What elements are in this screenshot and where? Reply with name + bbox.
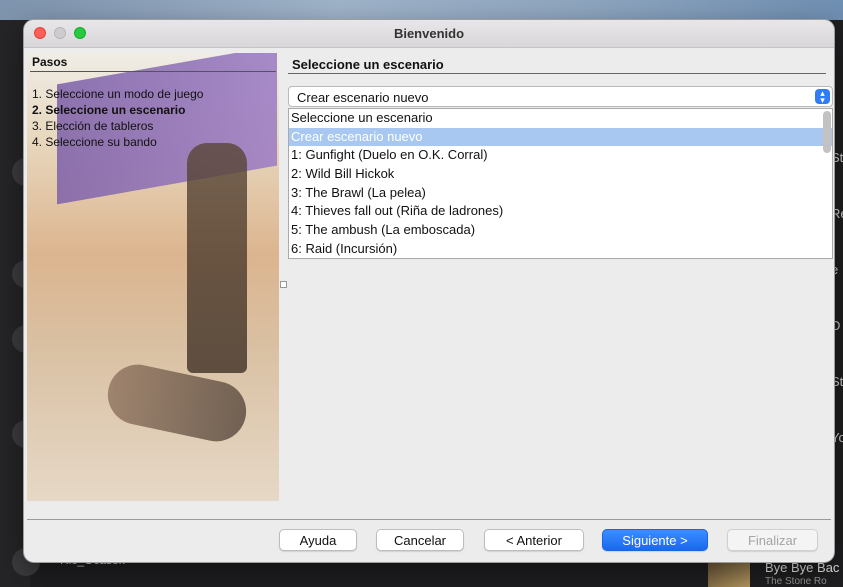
dropdown-option[interactable]: 4: Thieves fall out (Riña de ladrones) xyxy=(289,202,832,221)
album-art xyxy=(708,560,750,587)
scenario-combo-box[interactable]: Crear escenario nuevo ▴ ▾ xyxy=(288,86,833,107)
divider xyxy=(288,73,826,74)
help-button[interactable]: Ayuda xyxy=(279,529,357,551)
divider xyxy=(30,71,276,72)
next-button[interactable]: Siguiente > xyxy=(602,529,708,551)
resize-handle[interactable] xyxy=(280,281,287,288)
step-item: 3. Elección de tableros xyxy=(32,119,154,133)
poster-artwork xyxy=(187,143,247,373)
divider xyxy=(27,519,831,520)
title-bar: Bienvenido xyxy=(24,20,834,48)
window-title: Bienvenido xyxy=(393,26,465,41)
scenario-dropdown-list: Seleccione un escenario Crear escenario … xyxy=(288,108,833,259)
combo-value: Crear escenario nuevo xyxy=(297,90,429,105)
scrollbar-thumb[interactable] xyxy=(823,111,831,153)
cancel-button[interactable]: Cancelar xyxy=(376,529,464,551)
dropdown-option[interactable]: 3: The Brawl (La pelea) xyxy=(289,184,832,203)
steps-list: 1. Seleccione un modo de juego 2. Selecc… xyxy=(32,86,203,150)
desktop-background xyxy=(0,0,843,20)
wizard-dialog: Bienvenido Pasos 1. Seleccione un modo d… xyxy=(24,20,834,562)
steps-panel: Pasos 1. Seleccione un modo de juego 2. … xyxy=(27,53,279,501)
dropdown-option-selected[interactable]: Crear escenario nuevo xyxy=(289,127,832,147)
dropdown-option[interactable]: 1: Gunfight (Duelo en O.K. Corral) xyxy=(289,146,832,165)
now-playing-title: Bye Bye Bac xyxy=(765,560,840,575)
chevron-up-down-icon[interactable]: ▴ ▾ xyxy=(815,89,830,105)
steps-heading: Pasos xyxy=(32,55,68,69)
step-item: 4. Seleccione su bando xyxy=(32,135,157,149)
dropdown-option[interactable]: 5: The ambush (La emboscada) xyxy=(289,221,832,240)
pane-heading: Seleccione un escenario xyxy=(292,57,444,72)
dropdown-option[interactable]: 2: Wild Bill Hickok xyxy=(289,165,832,184)
back-button[interactable]: < Anterior xyxy=(484,529,584,551)
step-item-active: 2. Seleccione un escenario xyxy=(32,103,186,117)
now-playing-artist: The Stone Ro xyxy=(765,576,827,587)
step-item: 1. Seleccione un modo de juego xyxy=(32,87,204,101)
dropdown-option[interactable]: Seleccione un escenario xyxy=(289,109,832,128)
finish-button[interactable]: Finalizar xyxy=(727,529,818,551)
dropdown-option[interactable]: 6: Raid (Incursión) xyxy=(289,240,832,258)
